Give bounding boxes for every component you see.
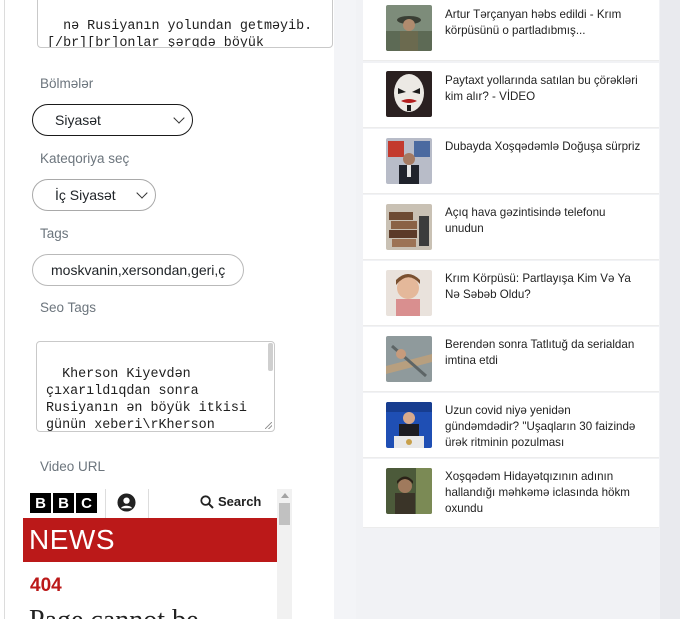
content-textarea[interactable]: nə Rusiyanın yolundan getməyib. [/br][br… <box>37 0 333 48</box>
chevron-down-icon <box>173 112 185 124</box>
news-thumbnail[interactable] <box>386 402 432 448</box>
header-divider <box>148 489 149 518</box>
video-url-label: Video URL <box>40 459 106 474</box>
news-title[interactable]: Paytaxt yollarında satılan bu çörəkləri … <box>445 73 645 105</box>
video-embed-frame[interactable]: B B C Search NEWS 404 Page cannot be <box>23 489 292 619</box>
bbc-header: B B C Search <box>23 489 277 519</box>
seo-tags-textarea[interactable]: Kherson Kiyevdən çıxarıldıqdan sonra Rus… <box>36 341 275 432</box>
panel-divider <box>4 0 5 619</box>
error-code: 404 <box>30 575 62 596</box>
bbc-logo[interactable]: B B C <box>30 493 97 513</box>
news-item[interactable]: Uzun covid niyə yenidən gündəmdədir? "Uş… <box>363 393 659 458</box>
news-title[interactable]: Artur Tərçanyan həbs edildi - Krım körpü… <box>445 7 645 39</box>
news-thumbnail[interactable] <box>386 270 432 316</box>
news-banner: NEWS <box>23 518 277 562</box>
news-thumbnail[interactable] <box>386 468 432 514</box>
news-banner-text: NEWS <box>29 524 115 555</box>
news-thumbnail[interactable] <box>386 5 432 51</box>
resize-handle-icon[interactable] <box>265 422 272 429</box>
scroll-up-arrow-icon[interactable] <box>281 493 289 498</box>
account-icon[interactable] <box>117 493 136 512</box>
tags-label: Tags <box>40 226 69 241</box>
bbc-logo-block: C <box>76 493 97 513</box>
news-item[interactable]: Berendən sonra Tatlıtuğ da serialdan imt… <box>363 327 659 392</box>
search-button[interactable]: Search <box>200 494 261 509</box>
chevron-down-icon <box>136 187 148 199</box>
scroll-thumb[interactable] <box>279 503 290 525</box>
embed-scrollbar[interactable] <box>277 489 292 619</box>
bbc-logo-block: B <box>53 493 74 513</box>
tags-input[interactable]: moskvanin,xersondan,geri,ç <box>32 254 244 286</box>
sections-select[interactable]: Siyasət <box>32 104 193 136</box>
news-thumbnail[interactable] <box>386 204 432 250</box>
news-item[interactable]: Xoşqədəm Hidayətqızının adının hallandığ… <box>363 459 659 528</box>
news-title[interactable]: Krım Körpüsü: Partlayışa Kim Və Ya Nə Sə… <box>445 271 645 303</box>
content-textarea-text: nə Rusiyanın yolundan getməyib. [/br][br… <box>47 19 313 48</box>
news-title[interactable]: Berendən sonra Tatlıtuğ da serialdan imt… <box>445 337 645 369</box>
sections-select-value: Siyasət <box>55 112 101 128</box>
news-item[interactable]: Açıq hava gəzintisində telefonu unudun <box>363 195 659 260</box>
page-edge <box>660 0 680 619</box>
news-thumbnail[interactable] <box>386 71 432 117</box>
news-item[interactable]: Dubayda Xoşqədəmlə Doğuşa sürpriz <box>363 129 659 194</box>
column-gap <box>334 0 356 619</box>
news-list: Artur Tərçanyan həbs edildi - Krım körpü… <box>363 0 659 528</box>
category-select-value: İç Siyasət <box>55 187 116 203</box>
news-title[interactable]: Açıq hava gəzintisində telefonu unudun <box>445 205 645 237</box>
seo-tags-label: Seo Tags <box>40 300 97 315</box>
news-item[interactable]: Krım Körpüsü: Partlayışa Kim Və Ya Nə Sə… <box>363 261 659 326</box>
search-label: Search <box>218 494 262 509</box>
header-divider <box>105 489 106 518</box>
news-item[interactable]: Paytaxt yollarında satılan bu çörəkləri … <box>363 63 659 128</box>
news-title[interactable]: Uzun covid niyə yenidən gündəmdədir? "Uş… <box>445 403 645 451</box>
news-thumbnail[interactable] <box>386 336 432 382</box>
category-select[interactable]: İç Siyasət <box>32 179 156 211</box>
error-title: Page cannot be <box>29 605 199 619</box>
tags-input-value: moskvanin,xersondan,geri,ç <box>51 262 226 278</box>
category-label: Kateqoriya seç <box>40 151 130 166</box>
sections-label: Bölmələr <box>40 76 94 91</box>
news-item[interactable]: Artur Tərçanyan həbs edildi - Krım körpü… <box>363 0 659 61</box>
textarea-scrollbar[interactable] <box>268 343 273 371</box>
bbc-logo-block: B <box>30 493 51 513</box>
seo-tags-text: Kherson Kiyevdən çıxarıldıqdan sonra Rus… <box>46 367 247 432</box>
search-icon <box>200 494 214 509</box>
news-thumbnail[interactable] <box>386 138 432 184</box>
news-title[interactable]: Xoşqədəm Hidayətqızının adının hallandığ… <box>445 469 645 517</box>
news-title[interactable]: Dubayda Xoşqədəmlə Doğuşa sürpriz <box>445 139 645 155</box>
